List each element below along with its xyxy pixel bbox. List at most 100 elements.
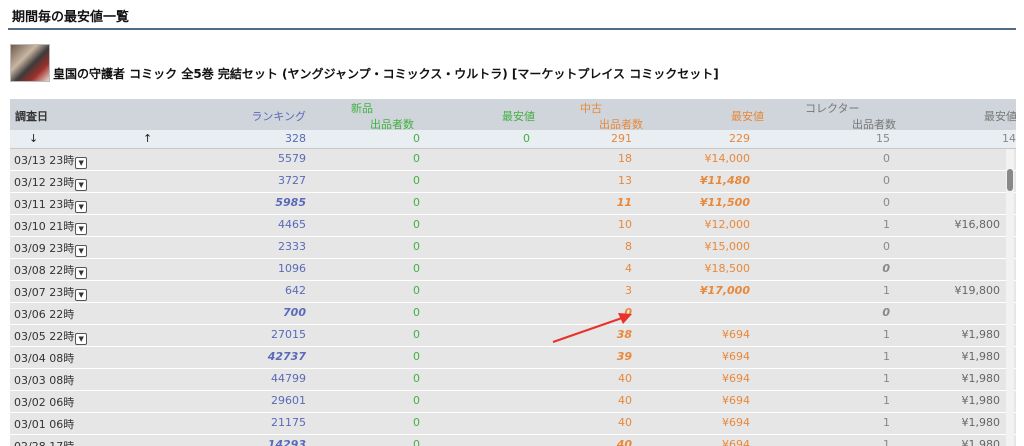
- row-used-sellers: 0: [624, 306, 632, 319]
- row-new-sellers: 0: [413, 416, 420, 429]
- row-used-sellers: 13: [618, 174, 632, 187]
- summary-used-sellers: 291: [611, 132, 632, 145]
- row-ranking: 44799: [271, 372, 306, 385]
- chevron-down-icon[interactable]: ▼: [75, 289, 88, 301]
- row-collector-sellers: 0: [882, 262, 890, 275]
- table-header: 調査日 ランキング 新品 出品者数 最安値 中古 出品者数 最安値 コレクター …: [10, 99, 1016, 131]
- row-collector-price: ¥16,800: [954, 218, 1001, 231]
- row-collector-sellers: 1: [883, 328, 890, 341]
- row-date: 03/04 08時: [14, 352, 75, 365]
- summary-new-sellers: 0: [413, 132, 420, 145]
- row-ranking: 42737: [267, 350, 306, 363]
- row-ranking: 5579: [278, 152, 306, 165]
- table-row: 03/07 23時 ▼ 642 0 3 ¥17,000 1 ¥19,800: [10, 281, 1016, 303]
- row-used-price: ¥694: [722, 394, 750, 407]
- scrollbar-thumb[interactable]: [1007, 169, 1013, 191]
- row-date: 03/06 22時: [14, 308, 75, 321]
- row-used-sellers: 39: [616, 350, 632, 363]
- chevron-down-icon[interactable]: ▼: [75, 179, 88, 191]
- row-ranking: 642: [285, 284, 306, 297]
- row-used-sellers: 11: [616, 196, 632, 209]
- table-scrollbar[interactable]: [1006, 149, 1014, 446]
- row-collector-price: ¥19,800: [954, 284, 1001, 297]
- row-date: 03/11 23時 ▼: [14, 196, 88, 213]
- row-new-sellers: 0: [413, 372, 420, 385]
- row-collector-sellers: 1: [883, 284, 890, 297]
- table-row: 03/11 23時 ▼ 5985 0 11 ¥11,500 0: [10, 193, 1016, 215]
- table-row: 02/28 17時 14293 0 40 ¥694 1 ¥1,980: [10, 435, 1016, 446]
- row-date: 03/05 22時 ▼: [14, 328, 88, 345]
- row-new-sellers: 0: [413, 218, 420, 231]
- row-collector-price: ¥1,980: [961, 372, 1001, 385]
- row-used-price: ¥12,000: [704, 218, 751, 231]
- header-collector-price[interactable]: 最安値: [984, 108, 1016, 124]
- table-row: 03/04 08時 42737 0 39 ¥694 1 ¥1,980: [10, 347, 1016, 369]
- row-date: 03/13 23時 ▼: [14, 152, 88, 169]
- table-row: 03/01 06時 21175 0 40 ¥694 1 ¥1,980: [10, 413, 1016, 435]
- chevron-down-icon[interactable]: ▼: [75, 333, 88, 345]
- summary-collector-price: 14: [1002, 132, 1016, 145]
- sort-desc-button[interactable]: ↓: [29, 132, 38, 145]
- chevron-down-icon[interactable]: ▼: [75, 245, 88, 257]
- chevron-down-icon[interactable]: ▼: [75, 157, 88, 169]
- table-row: 03/05 22時 ▼ 27015 0 38 ¥694 1 ¥1,980: [10, 325, 1016, 347]
- row-new-sellers: 0: [413, 152, 420, 165]
- row-new-sellers: 0: [413, 438, 420, 446]
- row-date: 03/08 22時 ▼: [14, 262, 88, 279]
- row-new-sellers: 0: [413, 284, 420, 297]
- row-collector-price: ¥1,980: [961, 394, 1001, 407]
- row-date: 03/03 08時: [14, 374, 75, 387]
- table-row: 03/13 23時 ▼ 5579 0 18 ¥14,000 0: [10, 149, 1016, 171]
- row-ranking: 14293: [267, 438, 306, 446]
- header-new-price[interactable]: 最安値: [502, 108, 535, 124]
- summary-collector-sellers: 15: [876, 132, 890, 145]
- row-date: 03/01 06時: [14, 418, 75, 431]
- header-collector: コレクター: [805, 102, 860, 115]
- row-collector-sellers: 1: [883, 438, 890, 446]
- row-used-price: ¥694: [722, 438, 750, 446]
- chevron-down-icon[interactable]: ▼: [75, 201, 88, 213]
- row-ranking: 5985: [275, 196, 306, 209]
- header-new: 新品: [351, 102, 373, 115]
- row-used-price: ¥694: [722, 372, 750, 385]
- row-used-price: ¥14,000: [704, 152, 751, 165]
- summary-row: ↓ ↑ 328 0 0 291 229 15 14: [10, 130, 1016, 149]
- chevron-down-icon[interactable]: ▼: [75, 267, 88, 279]
- product-thumbnail[interactable]: [10, 44, 50, 82]
- row-collector-sellers: 0: [883, 240, 890, 253]
- row-collector-sellers: 1: [883, 394, 890, 407]
- header-date: 調査日: [15, 110, 48, 123]
- row-used-sellers: 40: [618, 394, 632, 407]
- row-date: 03/07 23時 ▼: [14, 284, 88, 301]
- row-used-price: ¥11,480: [699, 174, 750, 187]
- row-ranking: 29601: [271, 394, 306, 407]
- row-date: 03/02 06時: [14, 396, 75, 409]
- row-used-price: ¥694: [722, 328, 750, 341]
- price-history-table: 調査日 ランキング 新品 出品者数 最安値 中古 出品者数 最安値 コレクター …: [10, 99, 1016, 446]
- table-body: 03/13 23時 ▼ 5579 0 18 ¥14,000 0 03/12 23時 ▼ 3727 0…: [10, 149, 1016, 446]
- row-used-sellers: 3: [625, 284, 632, 297]
- table-row: 03/10 21時 ▼ 4465 0 10 ¥12,000 1 ¥16,800: [10, 215, 1016, 237]
- summary-ranking: 328: [285, 132, 306, 145]
- row-used-sellers: 40: [618, 416, 632, 429]
- title-divider: [8, 28, 1016, 30]
- sort-asc-button[interactable]: ↑: [143, 132, 152, 145]
- chevron-down-icon[interactable]: ▼: [75, 223, 88, 235]
- row-ranking: 27015: [271, 328, 306, 341]
- row-used-sellers: 10: [618, 218, 632, 231]
- row-collector-sellers: 1: [883, 218, 890, 231]
- row-used-price: ¥15,000: [704, 240, 751, 253]
- header-used-price[interactable]: 最安値: [731, 108, 764, 124]
- row-new-sellers: 0: [413, 196, 420, 209]
- row-collector-sellers: 1: [883, 372, 890, 385]
- row-used-price: ¥694: [722, 416, 750, 429]
- table-row: 03/12 23時 ▼ 3727 0 13 ¥11,480 0: [10, 171, 1016, 193]
- header-ranking[interactable]: ランキング: [251, 108, 306, 124]
- summary-used-price: 229: [729, 132, 750, 145]
- product-title: 皇国の守護者 コミック 全5巻 完結セット (ヤングジャンプ・コミックス・ウルト…: [53, 67, 719, 81]
- row-date: 03/09 23時 ▼: [14, 240, 88, 257]
- row-date: 02/28 17時: [14, 438, 74, 446]
- row-collector-sellers: 0: [883, 174, 890, 187]
- row-collector-price: ¥1,980: [961, 350, 1001, 363]
- row-collector-sellers: 0: [883, 196, 890, 209]
